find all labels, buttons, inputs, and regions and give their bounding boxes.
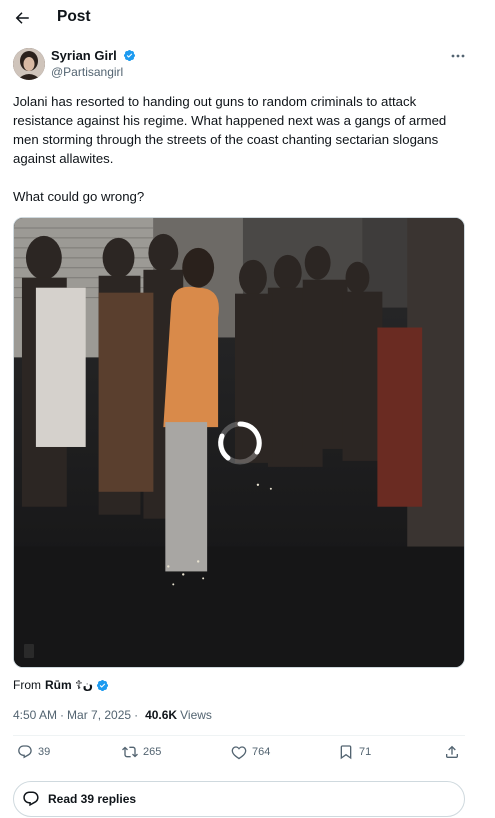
bookmark-button[interactable]: 71 [338,744,371,760]
reply-count: 39 [38,746,51,758]
bookmark-count: 71 [359,746,372,758]
share-icon [446,745,458,758]
arrow-left-icon [15,12,29,24]
post-meta: 4:50 AM · Mar 7, 2025 · 40.6K Views [13,708,212,722]
reply-icon [23,791,39,807]
action-bar: 39 265 764 71 [0,744,495,768]
post-time[interactable]: 4:50 AM [13,708,57,722]
more-horizontal-icon [451,54,465,58]
verified-badge-icon [124,49,136,62]
repost-icon [122,746,138,758]
meta-separator: · [60,708,65,722]
author-name-text: Syrian Girl [51,48,117,63]
views-count: 40.6K [145,708,178,722]
share-button[interactable] [444,744,465,760]
video-player[interactable] [13,217,465,668]
tweet-text: Jolani has resorted to handing out guns … [13,94,447,204]
loading-spinner-icon [218,421,262,465]
read-replies-button[interactable]: Read 39 replies [13,781,465,817]
meta-separator: · [134,708,139,722]
top-bar: Post [0,0,495,36]
post-date[interactable]: Mar 7, 2025 [67,708,131,722]
heart-icon [231,746,247,760]
video-overlay-badge [24,644,34,658]
reply-icon [18,745,32,759]
more-options-button[interactable] [447,48,469,64]
author-handle[interactable]: @Partisangirl [51,65,123,79]
like-count: 764 [252,746,271,758]
repost-count: 265 [143,746,162,758]
views-label: Views [180,708,212,722]
reply-button[interactable]: 39 [17,744,50,760]
like-button[interactable]: 764 [231,744,270,760]
source-name[interactable]: Rūm ☦︎ن [45,678,93,692]
divider [13,735,465,736]
source-attribution: From Rūm ☦︎ن [13,678,109,692]
page-title: Post [57,8,91,25]
avatar[interactable] [13,48,45,80]
author-name[interactable]: Syrian Girl [51,48,136,63]
bookmark-icon [340,745,352,760]
source-label: From [13,678,41,692]
verified-badge-icon [96,679,109,691]
back-button[interactable] [10,6,34,30]
repost-button[interactable]: 265 [122,744,161,760]
read-replies-label: Read 39 replies [48,792,137,806]
